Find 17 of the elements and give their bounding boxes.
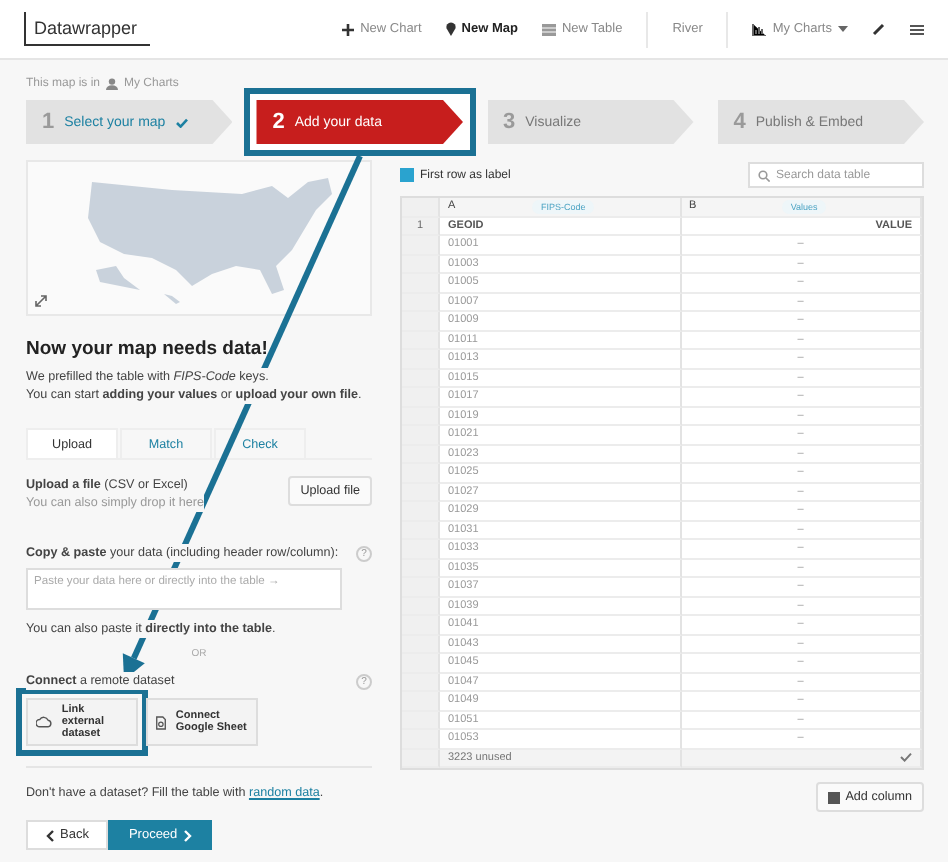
bar-chart-icon (752, 23, 767, 35)
pen-icon[interactable] (872, 22, 886, 36)
pin-icon (445, 22, 456, 36)
search-icon (758, 169, 770, 181)
section-heading: Now your map needs data! (26, 338, 270, 360)
caret-icon (838, 26, 848, 32)
expand-icon[interactable] (34, 294, 48, 308)
user-icon (106, 77, 119, 89)
plus-icon (342, 23, 355, 35)
logo[interactable]: Datawrapper (24, 12, 150, 46)
chevron-right-icon (183, 829, 192, 841)
sheet-icon (156, 711, 166, 733)
chevron-left-icon (46, 829, 54, 841)
check-icon (175, 117, 188, 127)
check-icon (900, 752, 912, 763)
menu-icon[interactable] (910, 23, 924, 35)
cloud-icon (36, 714, 52, 730)
